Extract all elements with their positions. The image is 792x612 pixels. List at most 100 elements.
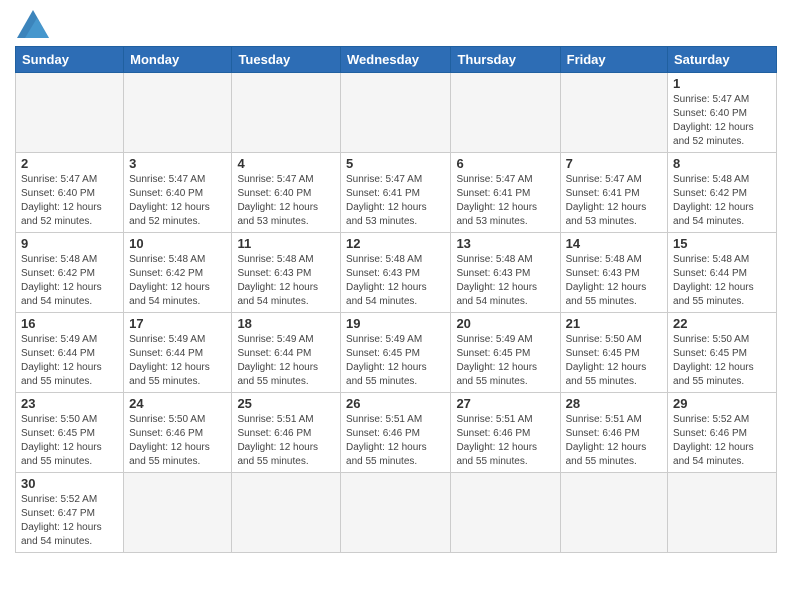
day-info: Sunrise: 5:48 AM Sunset: 6:43 PM Dayligh… <box>237 253 335 309</box>
calendar-cell-3-6: 22 Sunrise: 5:50 AM Sunset: 6:45 PM Dayli… <box>668 313 777 393</box>
day-info: Sunrise: 5:51 AM Sunset: 6:46 PM Dayligh… <box>237 413 335 469</box>
day-info: Sunrise: 5:50 AM Sunset: 6:46 PM Dayligh… <box>129 413 226 469</box>
calendar-cell-4-2: 25 Sunrise: 5:51 AM Sunset: 6:46 PM Dayli… <box>232 393 341 473</box>
day-number: 15 <box>673 236 771 251</box>
day-info: Sunrise: 5:49 AM Sunset: 6:44 PM Dayligh… <box>237 333 335 389</box>
day-info: Sunrise: 5:51 AM Sunset: 6:46 PM Dayligh… <box>346 413 445 469</box>
day-info: Sunrise: 5:51 AM Sunset: 6:46 PM Dayligh… <box>566 413 662 469</box>
calendar-week-3: 16 Sunrise: 5:49 AM Sunset: 6:44 PM Dayli… <box>16 313 777 393</box>
day-info: Sunrise: 5:47 AM Sunset: 6:40 PM Dayligh… <box>129 173 226 229</box>
day-info: Sunrise: 5:48 AM Sunset: 6:42 PM Dayligh… <box>129 253 226 309</box>
calendar-cell-3-1: 17 Sunrise: 5:49 AM Sunset: 6:44 PM Dayli… <box>124 313 232 393</box>
day-info: Sunrise: 5:50 AM Sunset: 6:45 PM Dayligh… <box>21 413 118 469</box>
day-number: 8 <box>673 156 771 171</box>
calendar-cell-5-3 <box>341 473 451 553</box>
day-number: 9 <box>21 236 118 251</box>
calendar-cell-2-5: 14Sunrise: 5:48 AM Sunset: 6:43 PM Dayli… <box>560 233 667 313</box>
calendar-cell-5-4 <box>451 473 560 553</box>
calendar-cell-4-1: 24 Sunrise: 5:50 AM Sunset: 6:46 PM Dayli… <box>124 393 232 473</box>
day-info: Sunrise: 5:49 AM Sunset: 6:45 PM Dayligh… <box>346 333 445 389</box>
day-number: 3 <box>129 156 226 171</box>
day-number: 24 <box>129 396 226 411</box>
calendar-week-4: 23 Sunrise: 5:50 AM Sunset: 6:45 PM Dayli… <box>16 393 777 473</box>
day-info: Sunrise: 5:49 AM Sunset: 6:44 PM Dayligh… <box>129 333 226 389</box>
calendar-cell-0-4 <box>451 73 560 153</box>
day-header-wednesday: Wednesday <box>341 47 451 73</box>
day-info: Sunrise: 5:48 AM Sunset: 6:43 PM Dayligh… <box>346 253 445 309</box>
calendar-cell-2-4: 13 Sunrise: 5:48 AM Sunset: 6:43 PM Dayli… <box>451 233 560 313</box>
calendar-week-2: 9 Sunrise: 5:48 AM Sunset: 6:42 PM Daylig… <box>16 233 777 313</box>
calendar-table: SundayMondayTuesdayWednesdayThursdayFrid… <box>15 46 777 553</box>
day-info: Sunrise: 5:48 AM Sunset: 6:43 PM Dayligh… <box>456 253 554 309</box>
day-number: 22 <box>673 316 771 331</box>
calendar-cell-4-4: 27 Sunrise: 5:51 AM Sunset: 6:46 PM Dayli… <box>451 393 560 473</box>
calendar-cell-2-3: 12Sunrise: 5:48 AM Sunset: 6:43 PM Dayli… <box>341 233 451 313</box>
day-number: 25 <box>237 396 335 411</box>
calendar-cell-2-6: 15 Sunrise: 5:48 AM Sunset: 6:44 PM Dayli… <box>668 233 777 313</box>
day-header-thursday: Thursday <box>451 47 560 73</box>
calendar-cell-2-0: 9 Sunrise: 5:48 AM Sunset: 6:42 PM Daylig… <box>16 233 124 313</box>
calendar-cell-3-5: 21 Sunrise: 5:50 AM Sunset: 6:45 PM Dayli… <box>560 313 667 393</box>
calendar-cell-1-3: 5 Sunrise: 5:47 AM Sunset: 6:41 PM Daylig… <box>341 153 451 233</box>
day-number: 23 <box>21 396 118 411</box>
calendar-cell-3-0: 16Sunrise: 5:49 AM Sunset: 6:44 PM Dayli… <box>16 313 124 393</box>
calendar-cell-0-0 <box>16 73 124 153</box>
day-number: 27 <box>456 396 554 411</box>
day-info: Sunrise: 5:48 AM Sunset: 6:44 PM Dayligh… <box>673 253 771 309</box>
day-number: 28 <box>566 396 662 411</box>
day-info: Sunrise: 5:50 AM Sunset: 6:45 PM Dayligh… <box>673 333 771 389</box>
day-info: Sunrise: 5:47 AM Sunset: 6:40 PM Dayligh… <box>673 93 771 149</box>
day-number: 1 <box>673 76 771 91</box>
day-number: 11 <box>237 236 335 251</box>
calendar-week-5: 30 Sunrise: 5:52 AM Sunset: 6:47 PM Dayli… <box>16 473 777 553</box>
calendar-cell-1-5: 7Sunrise: 5:47 AM Sunset: 6:41 PM Daylig… <box>560 153 667 233</box>
day-info: Sunrise: 5:47 AM Sunset: 6:41 PM Dayligh… <box>566 173 662 229</box>
day-number: 26 <box>346 396 445 411</box>
day-number: 21 <box>566 316 662 331</box>
calendar-cell-1-0: 2Sunrise: 5:47 AM Sunset: 6:40 PM Daylig… <box>16 153 124 233</box>
calendar-header: SundayMondayTuesdayWednesdayThursdayFrid… <box>16 47 777 73</box>
calendar-cell-5-6 <box>668 473 777 553</box>
day-number: 18 <box>237 316 335 331</box>
day-info: Sunrise: 5:47 AM Sunset: 6:40 PM Dayligh… <box>237 173 335 229</box>
day-number: 16 <box>21 316 118 331</box>
day-number: 4 <box>237 156 335 171</box>
calendar-cell-0-5 <box>560 73 667 153</box>
calendar-cell-1-4: 6Sunrise: 5:47 AM Sunset: 6:41 PM Daylig… <box>451 153 560 233</box>
calendar-cell-1-2: 4 Sunrise: 5:47 AM Sunset: 6:40 PM Daylig… <box>232 153 341 233</box>
calendar-cell-4-6: 29Sunrise: 5:52 AM Sunset: 6:46 PM Dayli… <box>668 393 777 473</box>
day-number: 13 <box>456 236 554 251</box>
day-number: 20 <box>456 316 554 331</box>
calendar-cell-5-5 <box>560 473 667 553</box>
day-header-sunday: Sunday <box>16 47 124 73</box>
day-info: Sunrise: 5:52 AM Sunset: 6:47 PM Dayligh… <box>21 493 118 549</box>
header-row: SundayMondayTuesdayWednesdayThursdayFrid… <box>16 47 777 73</box>
calendar-cell-2-2: 11 Sunrise: 5:48 AM Sunset: 6:43 PM Dayli… <box>232 233 341 313</box>
day-number: 14 <box>566 236 662 251</box>
calendar-week-1: 2Sunrise: 5:47 AM Sunset: 6:40 PM Daylig… <box>16 153 777 233</box>
calendar-week-0: 1 Sunrise: 5:47 AM Sunset: 6:40 PM Daylig… <box>16 73 777 153</box>
day-info: Sunrise: 5:52 AM Sunset: 6:46 PM Dayligh… <box>673 413 771 469</box>
calendar-cell-0-2 <box>232 73 341 153</box>
day-number: 30 <box>21 476 118 491</box>
day-info: Sunrise: 5:51 AM Sunset: 6:46 PM Dayligh… <box>456 413 554 469</box>
day-number: 5 <box>346 156 445 171</box>
calendar-cell-4-0: 23 Sunrise: 5:50 AM Sunset: 6:45 PM Dayli… <box>16 393 124 473</box>
day-number: 17 <box>129 316 226 331</box>
day-info: Sunrise: 5:47 AM Sunset: 6:40 PM Dayligh… <box>21 173 118 229</box>
day-info: Sunrise: 5:50 AM Sunset: 6:45 PM Dayligh… <box>566 333 662 389</box>
day-header-friday: Friday <box>560 47 667 73</box>
calendar-cell-0-3 <box>341 73 451 153</box>
day-info: Sunrise: 5:48 AM Sunset: 6:42 PM Dayligh… <box>21 253 118 309</box>
calendar-body: 1 Sunrise: 5:47 AM Sunset: 6:40 PM Daylig… <box>16 73 777 553</box>
day-number: 10 <box>129 236 226 251</box>
day-info: Sunrise: 5:49 AM Sunset: 6:45 PM Dayligh… <box>456 333 554 389</box>
day-info: Sunrise: 5:47 AM Sunset: 6:41 PM Dayligh… <box>346 173 445 229</box>
calendar-cell-4-5: 28 Sunrise: 5:51 AM Sunset: 6:46 PM Dayli… <box>560 393 667 473</box>
calendar-cell-4-3: 26 Sunrise: 5:51 AM Sunset: 6:46 PM Dayli… <box>341 393 451 473</box>
calendar-cell-3-2: 18 Sunrise: 5:49 AM Sunset: 6:44 PM Dayli… <box>232 313 341 393</box>
day-info: Sunrise: 5:48 AM Sunset: 6:42 PM Dayligh… <box>673 173 771 229</box>
day-number: 6 <box>456 156 554 171</box>
logo-icon <box>17 10 49 38</box>
day-header-saturday: Saturday <box>668 47 777 73</box>
